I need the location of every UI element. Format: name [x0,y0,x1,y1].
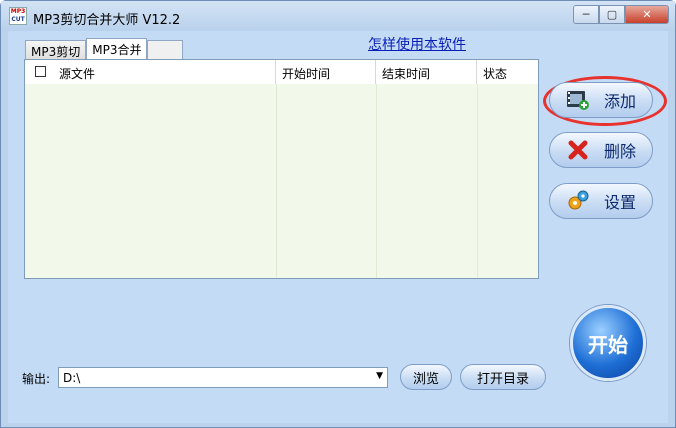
select-all-checkbox[interactable] [35,66,46,77]
tab-mp3-cut[interactable]: MP3剪切 [25,40,87,60]
help-link[interactable]: 怎样使用本软件 [368,34,466,54]
delete-button[interactable]: 删除 [549,132,653,168]
chevron-down-icon[interactable]: ▼ [376,371,383,381]
column-end-time[interactable]: 结束时间 [376,60,477,84]
column-divider [276,84,277,278]
open-directory-button[interactable]: 打开目录 [460,364,546,390]
settings-button[interactable]: 设置 [549,183,653,219]
settings-button-label: 设置 [604,193,637,212]
gears-icon [566,189,590,213]
window-title: MP3剪切合并大师 V12.2 [33,13,181,28]
client-area: MP3剪切 MP3合并 怎样使用本软件 源文件 开始时间 结束时间 状态 添加 … [8,31,668,423]
file-list[interactable]: 源文件 开始时间 结束时间 状态 [24,59,539,279]
title-bar: MP3 CUT MP3剪切合并大师 V12.2 ─ ▢ ✕ [1,1,675,31]
output-path-dropdown[interactable]: D:\ ▼ [58,367,388,388]
app-logo-icon: MP3 CUT [9,7,27,25]
add-button[interactable]: 添加 [549,82,653,118]
main-window: MP3 CUT MP3剪切合并大师 V12.2 ─ ▢ ✕ MP3剪切 MP3合… [0,0,676,428]
column-status[interactable]: 状态 [477,60,538,84]
minimize-button[interactable]: ─ [573,5,599,24]
tab-strip: MP3剪切 MP3合并 [25,38,184,60]
column-start-time[interactable]: 开始时间 [276,60,376,84]
list-header: 源文件 开始时间 结束时间 状态 [25,60,538,84]
red-x-icon [566,138,590,162]
column-source-file-label: 源文件 [59,67,96,81]
browse-button[interactable]: 浏览 [400,364,452,390]
output-path-value: D:\ [63,371,81,385]
column-divider [376,84,377,278]
add-button-label: 添加 [604,92,637,111]
tab-strip-filler [147,40,184,60]
output-label: 输出: [22,372,51,386]
column-divider [477,84,478,278]
maximize-button[interactable]: ▢ [599,5,625,24]
list-body[interactable] [25,84,538,278]
delete-button-label: 删除 [604,142,637,161]
window-controls: ─ ▢ ✕ [573,5,669,25]
tab-mp3-merge[interactable]: MP3合并 [86,38,148,60]
start-button[interactable]: 开始 [570,305,646,381]
film-add-icon [566,88,590,112]
close-button[interactable]: ✕ [625,5,669,24]
column-source-file[interactable]: 源文件 [25,60,276,84]
